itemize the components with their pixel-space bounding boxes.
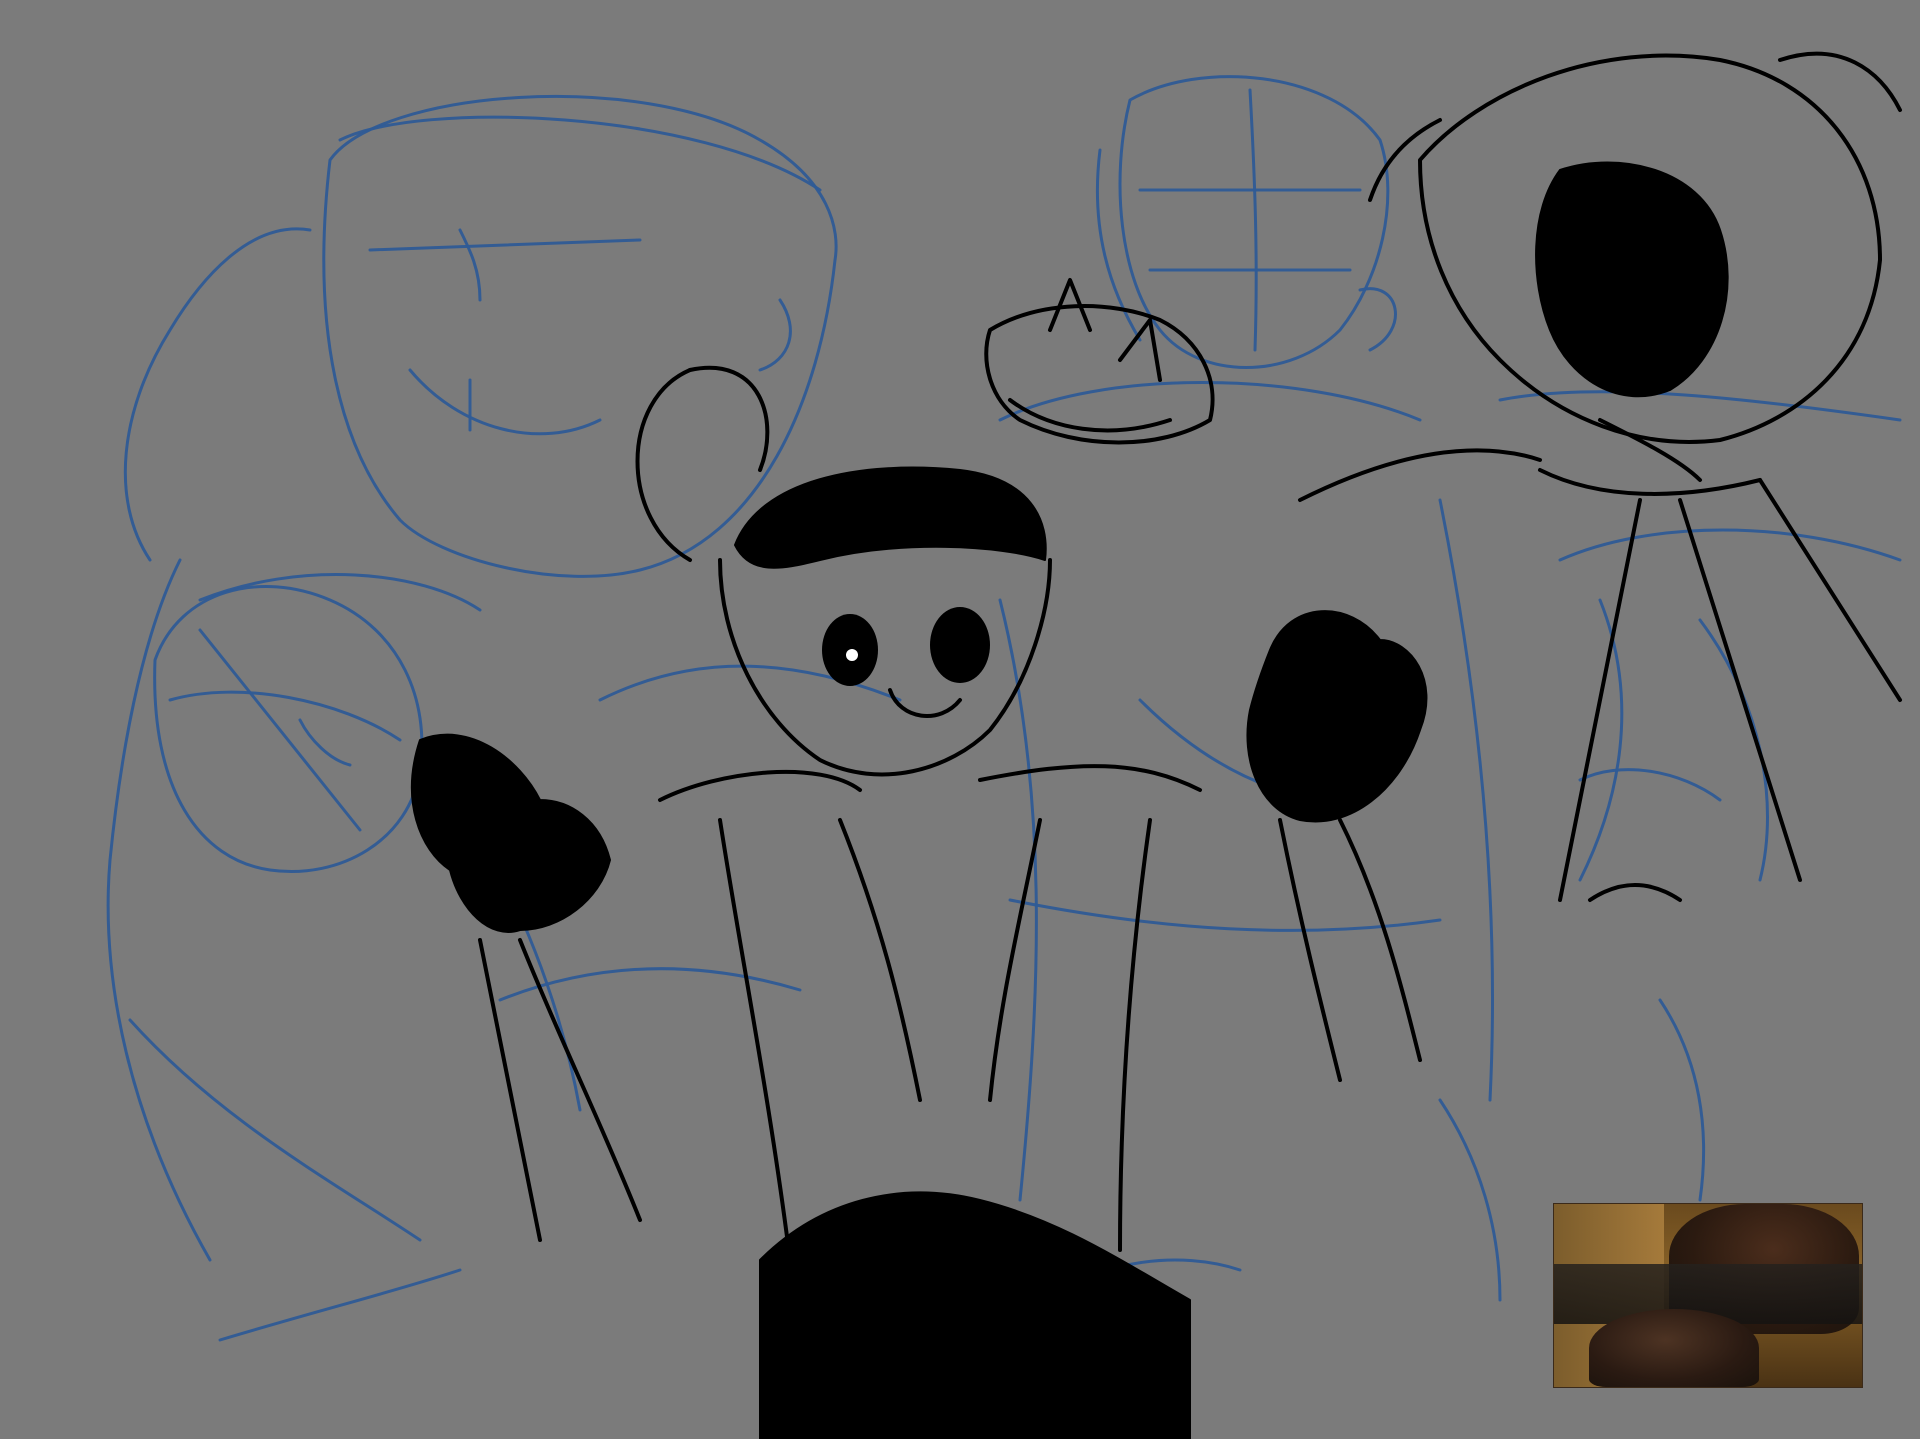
reference-photo-thumbnail[interactable] bbox=[1553, 1203, 1863, 1388]
drawing-canvas[interactable] bbox=[0, 0, 1920, 1439]
ref-photo-subject-bottom bbox=[1589, 1309, 1759, 1387]
ink-right-hand bbox=[1246, 610, 1428, 823]
ink-figure-body bbox=[759, 1191, 1191, 1439]
ink-left-hand bbox=[411, 733, 611, 933]
ink-figure-hair bbox=[734, 466, 1047, 569]
ink-right-figure-face-shadow bbox=[1535, 161, 1729, 398]
